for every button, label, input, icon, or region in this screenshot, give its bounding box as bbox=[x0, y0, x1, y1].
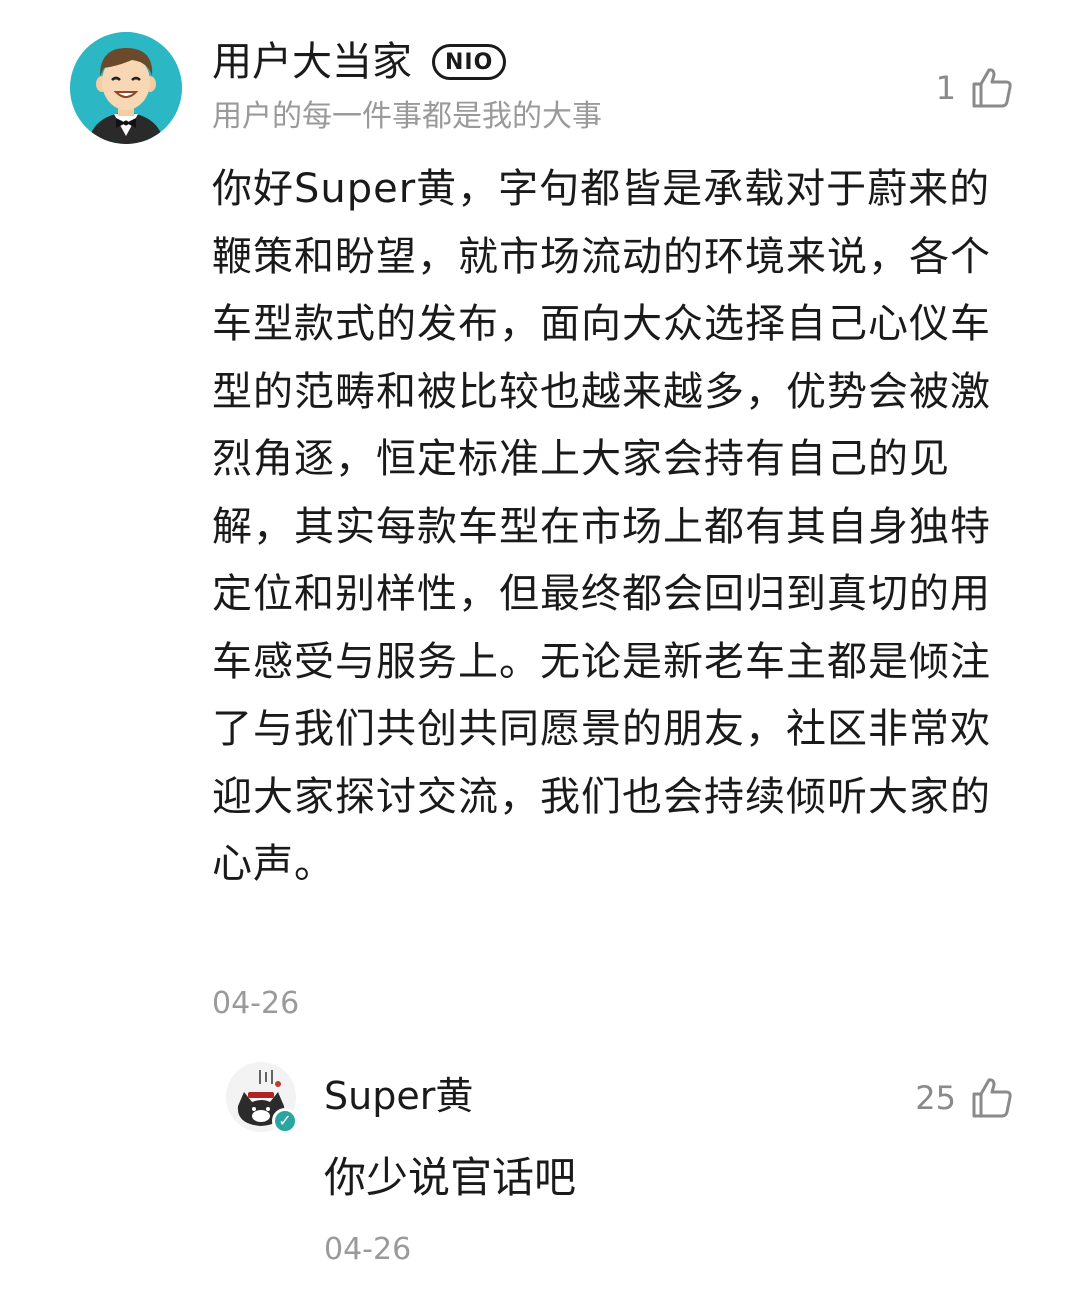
main-author-name[interactable]: 用户大当家 bbox=[212, 36, 412, 88]
main-author-bio: 用户的每一件事都是我的大事 bbox=[212, 99, 602, 134]
thumbs-up-icon bbox=[972, 68, 1012, 108]
reply-avatar-container[interactable]: ✓ bbox=[226, 1062, 298, 1134]
main-comment-body: 你好Super黄，字句都皆是承载对于蔚来的鞭策和盼望，就市场流动的环境来说，各个… bbox=[212, 166, 991, 887]
thumbs-up-icon bbox=[972, 1078, 1012, 1118]
reply-like-button[interactable]: 25 bbox=[915, 1076, 1014, 1120]
verified-check-icon: ✓ bbox=[272, 1108, 298, 1134]
reply-author-name[interactable]: Super黄 bbox=[324, 1072, 473, 1120]
butler-avatar-icon bbox=[70, 32, 182, 144]
main-comment-date: 04-26 bbox=[212, 986, 300, 1021]
reply-like-count: 25 bbox=[915, 1079, 956, 1117]
main-like-button[interactable]: 1 bbox=[936, 66, 1014, 110]
reply-date: 04-26 bbox=[324, 1232, 412, 1267]
nio-badge: NIO bbox=[432, 44, 507, 80]
main-comment-avatar[interactable] bbox=[70, 32, 182, 144]
main-author-row: 用户大当家 NIO bbox=[212, 36, 507, 88]
reply-body: 你少说官话吧 bbox=[324, 1153, 577, 1202]
main-like-count: 1 bbox=[935, 69, 956, 107]
